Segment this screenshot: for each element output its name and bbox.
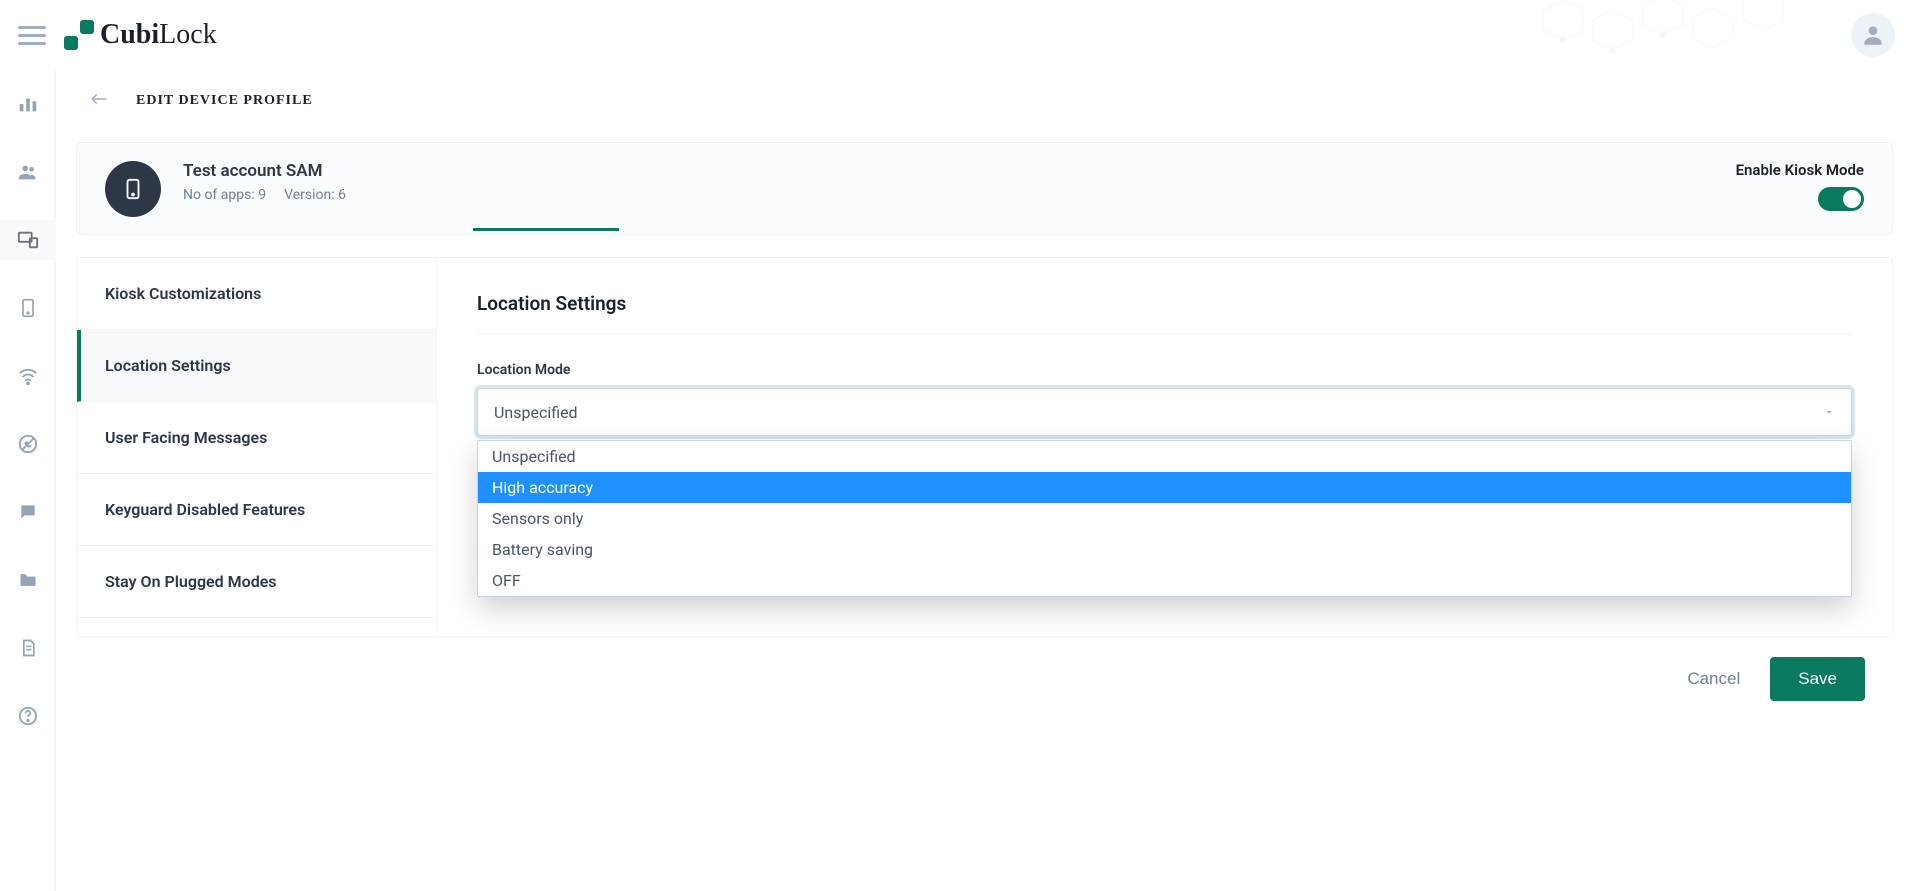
active-tab-indicator	[473, 228, 619, 231]
nav-reports[interactable]	[0, 628, 56, 668]
nav-block-calls[interactable]	[0, 424, 56, 464]
option-label: Unspecified	[492, 447, 576, 466]
nav-help[interactable]	[0, 696, 56, 736]
settings-panel: Location Settings Location Mode Unspecif…	[437, 258, 1892, 636]
brand-logo[interactable]: CubiLock	[64, 19, 217, 51]
nav-files[interactable]	[0, 560, 56, 600]
kiosk-mode-label: Enable Kiosk Mode	[1736, 161, 1864, 179]
location-mode-label: Location Mode	[477, 362, 1852, 378]
option-label: OFF	[492, 571, 521, 590]
devices-icon	[16, 229, 40, 251]
option-label: Sensors only	[492, 509, 583, 528]
nav-dashboard[interactable]	[0, 84, 56, 124]
profile-name: Test account SAM	[183, 161, 346, 181]
left-nav-rail	[0, 70, 56, 891]
nav-messages[interactable]	[0, 492, 56, 532]
nav-item-label: Keyguard Disabled Features	[105, 500, 305, 519]
nav-item-label: User Facing Messages	[105, 428, 267, 447]
nav-wifi[interactable]	[0, 356, 56, 396]
menu-toggle-icon[interactable]	[18, 21, 46, 49]
phone-blocked-icon	[17, 433, 39, 455]
user-icon	[1860, 22, 1886, 48]
location-mode-dropdown: Unspecified High accuracy Sensors only B…	[477, 440, 1852, 597]
nav-item-user-facing-messages[interactable]: User Facing Messages	[77, 402, 436, 474]
nav-apps[interactable]	[0, 288, 56, 328]
nav-devices[interactable]	[0, 220, 56, 260]
mobile-icon	[18, 297, 38, 319]
profile-banner: Test account SAM No of apps: 9 Version: …	[76, 142, 1893, 235]
option-off[interactable]: OFF	[478, 565, 1851, 596]
nav-item-kiosk-customizations[interactable]: Kiosk Customizations	[77, 258, 436, 330]
nav-item-keyguard-disabled[interactable]: Keyguard Disabled Features	[77, 474, 436, 546]
kiosk-mode-toggle[interactable]	[1818, 187, 1864, 211]
settings-side-nav: Kiosk Customizations Location Settings U…	[77, 258, 437, 636]
wifi-icon	[17, 365, 39, 387]
logo-mark-icon	[64, 20, 94, 50]
help-icon	[17, 705, 39, 727]
select-selected-value: Unspecified	[494, 403, 578, 422]
top-bar: CubiLock	[0, 0, 1913, 70]
main-content: EDIT DEVICE PROFILE Test account SAM No …	[56, 70, 1913, 891]
nav-item-location-settings[interactable]: Location Settings	[77, 330, 436, 402]
option-battery-saving[interactable]: Battery saving	[478, 534, 1851, 565]
panel-title: Location Settings	[477, 292, 1852, 334]
option-high-accuracy[interactable]: High accuracy	[478, 472, 1851, 503]
option-sensors-only[interactable]: Sensors only	[478, 503, 1851, 534]
folder-icon	[17, 570, 39, 590]
phone-icon	[122, 174, 144, 204]
option-unspecified[interactable]: Unspecified	[478, 441, 1851, 472]
settings-container: Kiosk Customizations Location Settings U…	[76, 257, 1893, 637]
cancel-button[interactable]: Cancel	[1687, 669, 1740, 689]
profile-device-icon	[105, 161, 161, 217]
option-label: High accuracy	[492, 478, 593, 497]
save-button[interactable]: Save	[1770, 657, 1865, 701]
brand-name-bold: Cubi	[100, 19, 159, 50]
document-icon	[18, 637, 38, 659]
nav-item-label: Stay On Plugged Modes	[105, 572, 277, 591]
profile-apps-count: No of apps: 9	[183, 187, 266, 203]
page-title: EDIT DEVICE PROFILE	[136, 93, 313, 109]
users-icon	[17, 161, 39, 183]
page-header: EDIT DEVICE PROFILE	[56, 70, 1913, 132]
chevron-down-icon	[1823, 403, 1835, 422]
option-label: Battery saving	[492, 540, 593, 559]
nav-item-stay-on-plugged[interactable]: Stay On Plugged Modes	[77, 546, 436, 618]
chart-bar-icon	[17, 93, 39, 115]
nav-users[interactable]	[0, 152, 56, 192]
arrow-left-icon	[86, 90, 112, 108]
nav-item-label: Kiosk Customizations	[105, 284, 261, 303]
nav-item-label: Location Settings	[105, 356, 231, 375]
back-button[interactable]	[86, 90, 112, 112]
footer-actions: Cancel Save	[76, 637, 1893, 725]
location-mode-select[interactable]: Unspecified	[477, 388, 1852, 436]
brand-name-light: Lock	[159, 19, 217, 50]
chat-icon	[18, 502, 38, 522]
profile-version: Version: 6	[284, 187, 346, 203]
user-avatar[interactable]	[1851, 13, 1895, 57]
